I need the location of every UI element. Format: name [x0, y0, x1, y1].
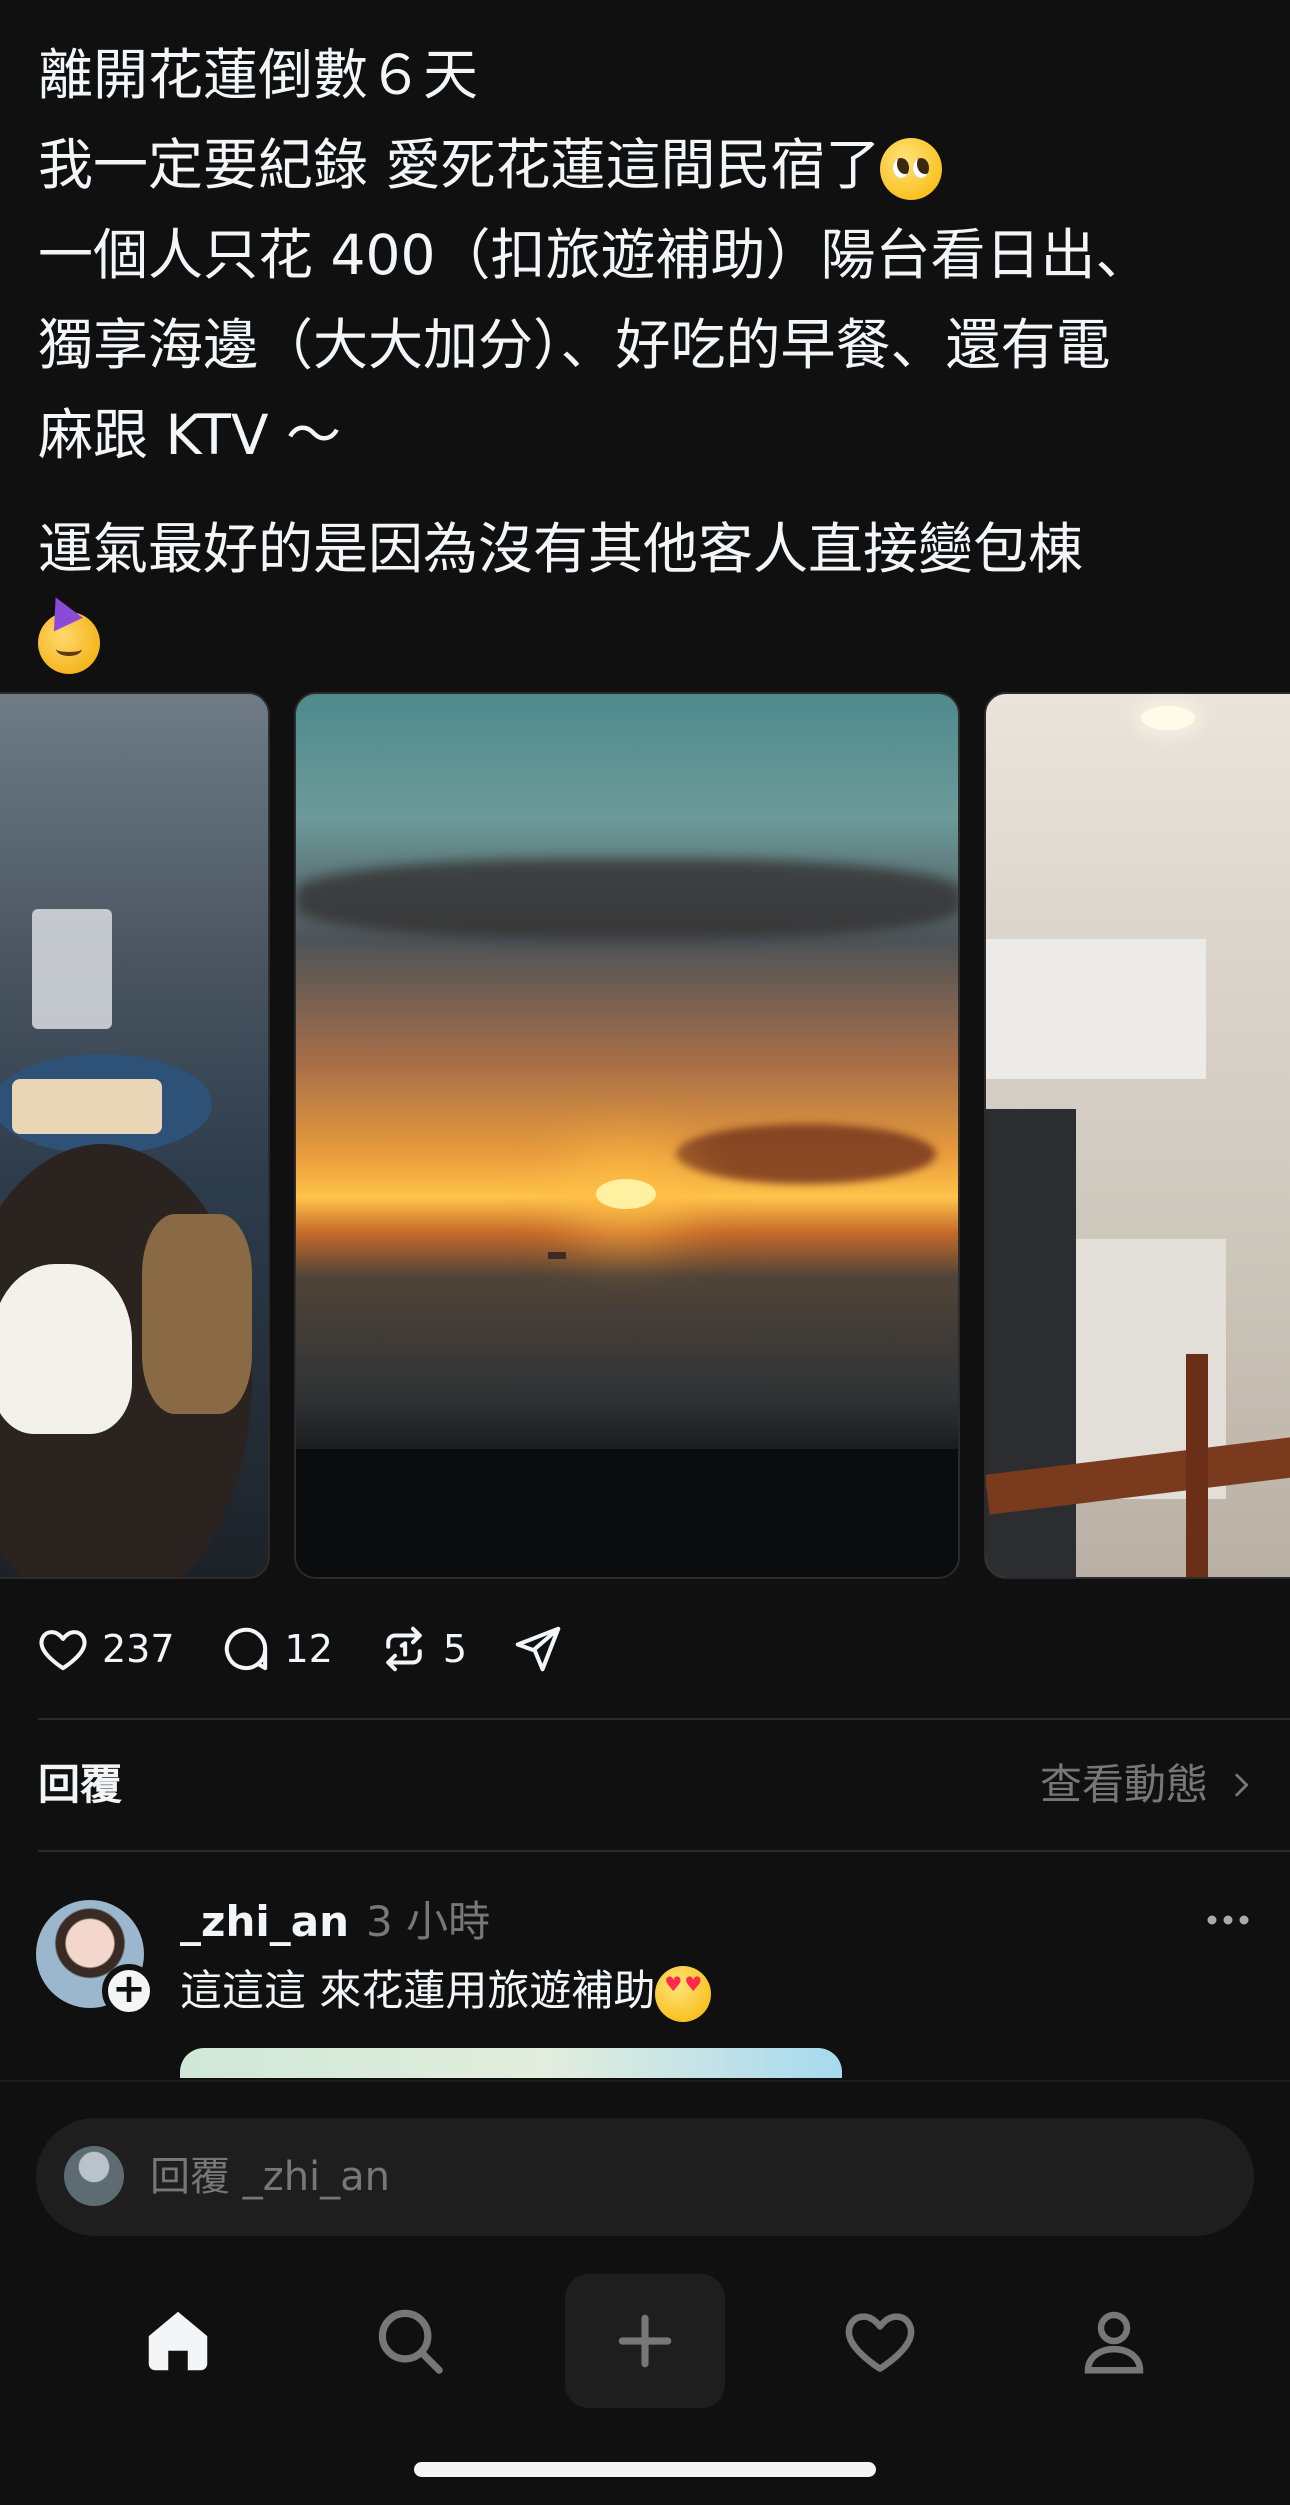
reply-username[interactable]: _zhi_an: [180, 1892, 349, 1952]
search-icon: [378, 2309, 443, 2374]
reply-input-placeholder: 回覆 _zhi_an: [150, 2154, 391, 2200]
heart-eyes-emoji: [655, 1965, 712, 2022]
home-icon: [148, 2311, 208, 2371]
post-paragraph-2: 運氣最好的是因為沒有其他客人直接變包棟: [38, 504, 1258, 684]
nav-create[interactable]: [565, 2274, 725, 2408]
create-icon: [618, 2314, 672, 2368]
avatar: [64, 2146, 124, 2206]
pleading-face-emoji: [880, 137, 943, 200]
divider: [38, 1850, 1290, 1852]
comment-icon: [224, 1627, 267, 1671]
post-line-2-text: 我一定要紀錄 愛死花蓮這間民宿了: [38, 133, 881, 197]
chevron-right-icon: [1235, 1773, 1249, 1797]
share-icon: [515, 1626, 561, 1672]
partying-face-emoji: [38, 611, 100, 674]
comment-button[interactable]: 12: [219, 1622, 333, 1676]
breakfast-photo[interactable]: [0, 692, 270, 1579]
nav-activity[interactable]: [800, 2274, 960, 2408]
more-options-icon[interactable]: [1198, 1900, 1258, 1940]
post-actions: 237 12 5: [36, 1614, 609, 1684]
post-line-1: 離開花蓮倒數６天: [38, 43, 479, 107]
nav-home[interactable]: [98, 2274, 258, 2408]
reply-timestamp: 3 小時: [366, 1897, 491, 1946]
sunset-photo[interactable]: [294, 692, 960, 1579]
bottom-bar: 回覆 _zhi_an: [0, 2080, 1290, 2505]
activity-heart-icon: [845, 2313, 915, 2372]
post-line-4: 獨享海邊（大大加分）、好吃的早餐、還有電: [38, 313, 1111, 377]
heart-icon: [39, 1630, 87, 1671]
replies-heading: 回覆: [38, 1760, 123, 1809]
home-indicator[interactable]: [414, 2462, 876, 2477]
photo-carousel[interactable]: [0, 692, 1290, 1579]
divider: [38, 1718, 1290, 1720]
view-activity-link[interactable]: 查看動態: [1040, 1755, 1258, 1815]
comment-count: 12: [284, 1627, 333, 1671]
post-paragraph-2-text: 運氣最好的是因為沒有其他客人直接變包棟: [38, 517, 1084, 581]
reply-media-preview[interactable]: [180, 2048, 842, 2078]
share-button[interactable]: [511, 1622, 565, 1676]
like-button[interactable]: 237: [36, 1622, 175, 1676]
repost-button[interactable]: 5: [377, 1622, 467, 1676]
nav-profile[interactable]: [1034, 2274, 1194, 2408]
view-activity-label: 查看動態: [1039, 1760, 1208, 1809]
follow-plus-icon[interactable]: +: [102, 1964, 156, 2018]
like-count: 237: [102, 1627, 175, 1671]
post-line-5: 麻跟 KTV ～: [38, 403, 341, 467]
profile-icon: [1084, 2311, 1144, 2374]
post-line-2: 我一定要紀錄 愛死花蓮這間民宿了: [38, 120, 1258, 210]
reply-input[interactable]: 回覆 _zhi_an: [36, 2118, 1254, 2236]
repost-icon: [386, 1626, 422, 1672]
kitchen-photo[interactable]: [984, 692, 1290, 1579]
reply-text: 這這這 來花蓮用旅遊補助: [180, 1956, 712, 2026]
repost-count: 5: [442, 1627, 468, 1671]
post-line-3: 一個人只花 400（扣旅遊補助）陽台看日出、: [38, 223, 1151, 287]
post-body: 離開花蓮倒數６天 我一定要紀錄 愛死花蓮這間民宿了 一個人只花 400（扣旅遊補…: [38, 30, 1258, 684]
reply-text-content: 這這這 來花蓮用旅遊補助: [180, 1966, 656, 2015]
nav-search[interactable]: [330, 2274, 490, 2408]
